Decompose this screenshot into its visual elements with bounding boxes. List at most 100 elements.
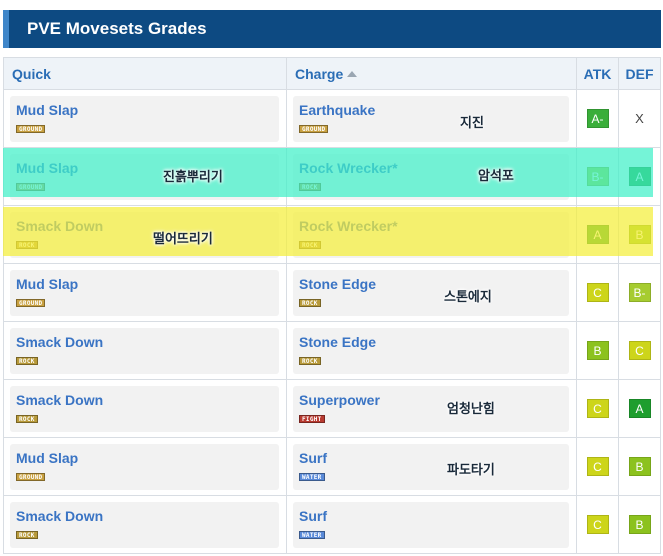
def-grade-cell: C <box>618 321 661 380</box>
quick-move-cell: Smack Down ROCK <box>3 321 287 380</box>
charge-move-box: Stone Edge ROCK <box>293 269 569 316</box>
charge-move-cell: Stone Edge ROCK <box>286 263 577 322</box>
annotation-superpower: 엄청난힘 <box>447 401 495 416</box>
type-badge: ROCK <box>299 356 321 365</box>
movesets-table: Quick Charge ATK DEF Mud Slap GROUND Earth… <box>3 57 661 554</box>
table-row: Smack Down ROCK Rock Wrecker* ROCK A B <box>3 205 661 264</box>
def-grade-badge: C <box>628 341 651 360</box>
type-badge: ROCK <box>299 298 321 307</box>
quick-move-name[interactable]: Smack Down <box>16 508 279 524</box>
table-row: Smack Down ROCK Surf WATER C B <box>3 495 661 554</box>
annotation-smack-down: 떨어뜨리기 <box>153 231 213 246</box>
atk-grade-badge: C <box>586 283 609 302</box>
column-header-charge[interactable]: Charge <box>286 57 577 90</box>
table-row: Mud Slap GROUND Surf WATER C B <box>3 437 661 496</box>
atk-grade-badge: B- <box>586 167 609 186</box>
type-badge: FIGHT <box>299 414 325 423</box>
quick-move-box: Smack Down ROCK <box>10 211 279 258</box>
charge-move-box: Earthquake GROUND <box>293 95 569 142</box>
def-grade-badge: A <box>628 399 651 418</box>
quick-move-cell: Mud Slap GROUND <box>3 89 287 148</box>
atk-grade-cell: C <box>576 379 619 438</box>
charge-move-name[interactable]: Surf <box>299 508 569 524</box>
column-header-charge-label: Charge <box>295 65 344 82</box>
type-badge: ROCK <box>16 240 38 249</box>
quick-move-cell: Smack Down ROCK <box>3 495 287 554</box>
quick-move-cell: Smack Down ROCK <box>3 205 287 264</box>
charge-move-name[interactable]: Stone Edge <box>299 276 569 292</box>
charge-move-box: Stone Edge ROCK <box>293 327 569 374</box>
table-row: Smack Down ROCK Superpower FIGHT C A <box>3 379 661 438</box>
column-header-atk[interactable]: ATK <box>576 57 619 90</box>
quick-move-box: Mud Slap GROUND <box>10 269 279 316</box>
charge-move-name[interactable]: Rock Wrecker* <box>299 160 569 176</box>
type-badge: ROCK <box>16 356 38 365</box>
section-header: PVE Movesets Grades <box>3 10 661 48</box>
quick-move-cell: Mud Slap GROUND <box>3 147 287 206</box>
quick-move-box: Smack Down ROCK <box>10 327 279 374</box>
charge-move-cell: Rock Wrecker* ROCK <box>286 205 577 264</box>
type-badge: ROCK <box>299 182 321 191</box>
annotation-surf: 파도타기 <box>447 462 495 477</box>
charge-move-cell: Superpower FIGHT <box>286 379 577 438</box>
type-badge: ROCK <box>299 240 321 249</box>
def-grade-badge: X <box>635 111 644 126</box>
quick-move-name[interactable]: Smack Down <box>16 392 279 408</box>
column-header-quick[interactable]: Quick <box>3 57 287 90</box>
charge-move-box: Rock Wrecker* ROCK <box>293 153 569 200</box>
atk-grade-cell: B <box>576 321 619 380</box>
quick-move-name[interactable]: Mud Slap <box>16 276 279 292</box>
table-row: Mud Slap GROUND Rock Wrecker* ROCK B- A <box>3 147 661 206</box>
charge-move-name[interactable]: Surf <box>299 450 569 466</box>
quick-move-name[interactable]: Smack Down <box>16 218 279 234</box>
charge-move-name[interactable]: Stone Edge <box>299 334 569 350</box>
charge-move-cell: Surf WATER <box>286 437 577 496</box>
quick-move-cell: Mud Slap GROUND <box>3 263 287 322</box>
charge-move-cell: Stone Edge ROCK <box>286 321 577 380</box>
atk-grade-cell: A- <box>576 89 619 148</box>
charge-move-cell: Rock Wrecker* ROCK <box>286 147 577 206</box>
atk-grade-cell: A <box>576 205 619 264</box>
charge-move-name[interactable]: Superpower <box>299 392 569 408</box>
annotation-earthquake: 지진 <box>460 115 484 130</box>
column-header-def[interactable]: DEF <box>618 57 661 90</box>
page-title: PVE Movesets Grades <box>27 19 207 38</box>
def-grade-cell: B <box>618 495 661 554</box>
quick-move-cell: Smack Down ROCK <box>3 379 287 438</box>
def-grade-cell: B <box>618 205 661 264</box>
atk-grade-cell: C <box>576 437 619 496</box>
quick-move-box: Mud Slap GROUND <box>10 153 279 200</box>
charge-move-box: Superpower FIGHT <box>293 385 569 432</box>
def-grade-badge: B <box>628 457 651 476</box>
def-grade-badge: B <box>628 515 651 534</box>
atk-grade-badge: C <box>586 399 609 418</box>
table-row: Smack Down ROCK Stone Edge ROCK B C <box>3 321 661 380</box>
charge-move-box: Rock Wrecker* ROCK <box>293 211 569 258</box>
atk-grade-badge: C <box>586 457 609 476</box>
type-badge: WATER <box>299 530 325 539</box>
annotation-mud-slap: 진흙뿌리기 <box>163 169 223 184</box>
atk-grade-badge: A- <box>586 109 609 128</box>
quick-move-box: Smack Down ROCK <box>10 385 279 432</box>
def-grade-cell: B- <box>618 263 661 322</box>
quick-move-name[interactable]: Mud Slap <box>16 450 279 466</box>
atk-grade-cell: C <box>576 263 619 322</box>
type-badge: GROUND <box>16 182 46 191</box>
atk-grade-cell: B- <box>576 147 619 206</box>
quick-move-name[interactable]: Smack Down <box>16 334 279 350</box>
charge-move-name[interactable]: Earthquake <box>299 102 569 118</box>
quick-move-name[interactable]: Mud Slap <box>16 160 279 176</box>
quick-move-box: Mud Slap GROUND <box>10 95 279 142</box>
type-badge: GROUND <box>16 472 46 481</box>
def-grade-cell: A <box>618 147 661 206</box>
atk-grade-cell: C <box>576 495 619 554</box>
def-grade-badge: B- <box>628 283 651 302</box>
quick-move-name[interactable]: Mud Slap <box>16 102 279 118</box>
quick-move-box: Mud Slap GROUND <box>10 443 279 490</box>
annotation-rock-wrecker: 암석포 <box>478 168 514 183</box>
type-badge: GROUND <box>299 124 329 133</box>
table-row: Mud Slap GROUND Stone Edge ROCK C B- <box>3 263 661 322</box>
type-badge: ROCK <box>16 414 38 423</box>
charge-move-box: Surf WATER <box>293 501 569 548</box>
charge-move-name[interactable]: Rock Wrecker* <box>299 218 569 234</box>
